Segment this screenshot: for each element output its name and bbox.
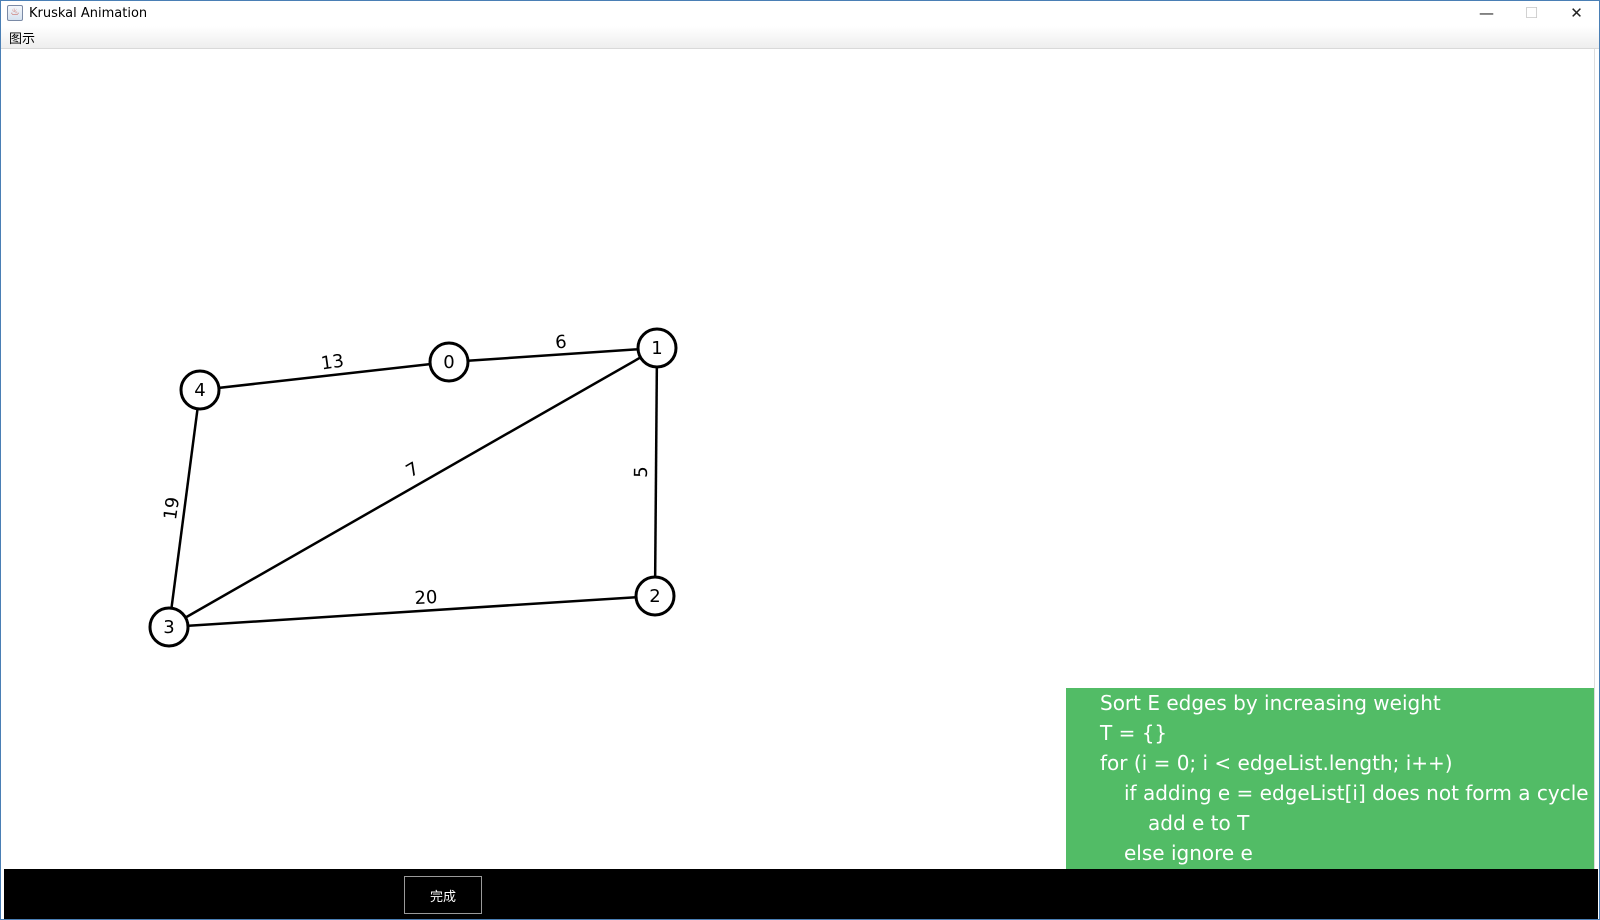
right-edge (1594, 49, 1599, 869)
edge-1-3 (168, 346, 658, 629)
graph-node-3[interactable]: 3 (148, 606, 190, 648)
edges-layer: 1367 51920 (160, 332, 659, 629)
window-controls: — ☐ ✕ (1464, 1, 1599, 25)
pseudocode-line: if adding e = edgeList[i] does not form … (1124, 781, 1589, 805)
graph-canvas: 13 6 7 5 19 20 0 1 2 3 4 Sort E edges by increasin… (4, 49, 1598, 898)
graph-node-0[interactable]: 0 (428, 341, 470, 383)
node-label: 3 (163, 617, 174, 638)
graph-node-2[interactable]: 2 (634, 575, 676, 617)
close-button[interactable]: ✕ (1554, 1, 1599, 25)
node-label: 1 (651, 338, 662, 359)
edge-weight-label: 5 (631, 466, 652, 478)
edge-1-2 (653, 347, 659, 597)
done-button[interactable]: 完成 (404, 876, 482, 914)
edge-0-1 (448, 346, 658, 364)
pseudocode-line: else ignore e (1124, 841, 1253, 865)
pseudocode-line: add e to T (1148, 811, 1250, 835)
edge-weight-label: 20 (414, 587, 438, 609)
title-bar: ♨ Kruskal Animation — ☐ ✕ (1, 1, 1599, 25)
graph-node-1[interactable]: 1 (636, 327, 678, 369)
edge-weight-label: 19 (160, 496, 184, 522)
graph-node-4[interactable]: 4 (179, 369, 221, 411)
pseudocode-line: for (i = 0; i < edgeList.length; i++) (1100, 751, 1453, 775)
bottom-bar: 完成 (4, 869, 1598, 919)
edge-weight-label: 6 (555, 332, 568, 354)
pseudocode-panel: Sort E edges by increasing weight T = {} f… (1066, 688, 1595, 898)
node-label: 2 (649, 586, 660, 607)
edge-weight-label: 13 (320, 351, 346, 375)
node-label: 4 (194, 380, 205, 401)
menu-bar: 图示 (1, 26, 1599, 49)
menu-item-diagram[interactable]: 图示 (1, 28, 43, 47)
pseudocode-line: Sort E edges by increasing weight (1100, 691, 1441, 715)
java-app-icon: ♨ (7, 5, 23, 21)
app-window: ♨ Kruskal Animation — ☐ ✕ 图示 13 6 7 5 19 20 0 1… (0, 0, 1600, 920)
minimize-button[interactable]: — (1464, 1, 1509, 25)
node-label: 0 (443, 352, 454, 373)
edge-3-2 (168, 594, 656, 629)
pseudocode-line: T = {} (1100, 721, 1168, 745)
edge-weight-label: 7 (403, 458, 423, 482)
window-title: Kruskal Animation (29, 5, 148, 21)
maximize-button[interactable]: ☐ (1509, 1, 1554, 25)
